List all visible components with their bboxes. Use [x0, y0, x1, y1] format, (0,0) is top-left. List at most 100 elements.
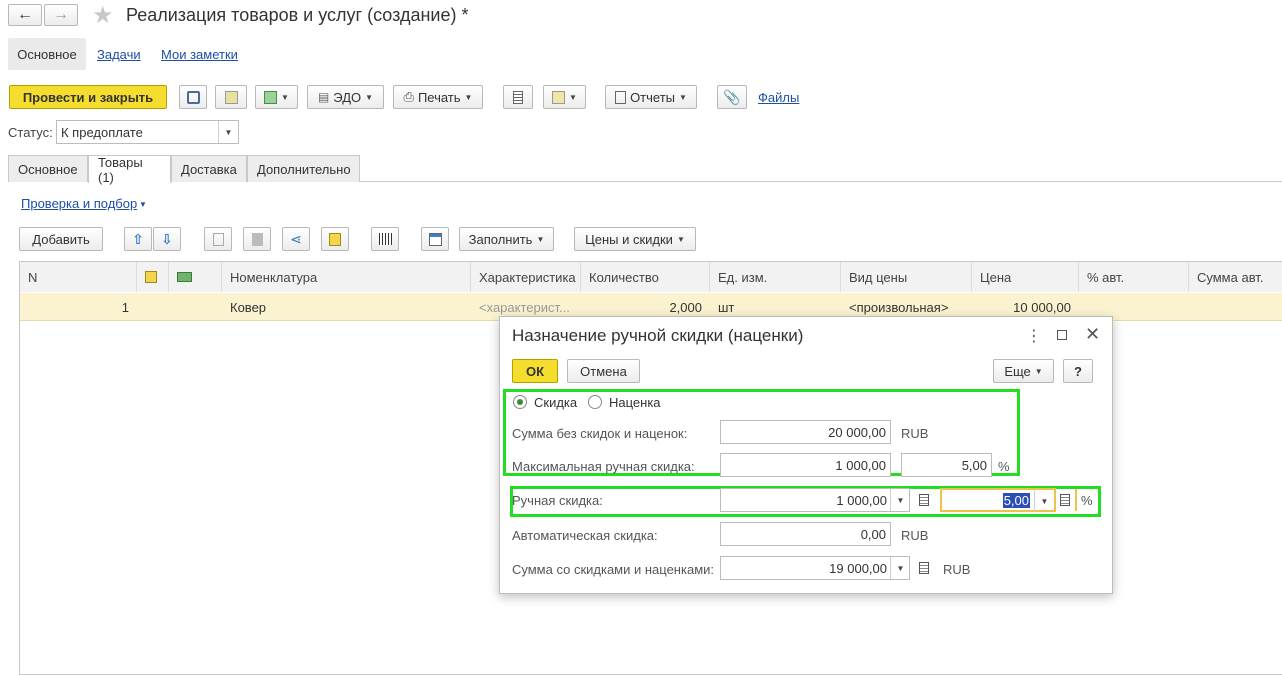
close-icon[interactable]: ✕ [1085, 324, 1100, 345]
chevron-down-icon: ▼ [1034, 366, 1043, 376]
edo-button[interactable]: ▤ ЭДО ▼ [307, 85, 384, 109]
radio-markup[interactable] [588, 395, 602, 409]
manual-discount-dropdown[interactable]: ▼ [890, 489, 910, 511]
tab-goods-label: Товары (1) [98, 154, 143, 185]
sum-without-field: 20 000,00 [720, 420, 891, 444]
col-header-characteristic[interactable]: Характеристика [471, 262, 581, 292]
move-up-button[interactable]: ⇧ [124, 227, 152, 251]
post-and-close-button[interactable]: Провести и закрыть [9, 85, 167, 109]
help-button[interactable]: ? [1063, 359, 1093, 383]
attach-button[interactable]: 📎 [717, 85, 747, 109]
barcode-icon [378, 233, 392, 245]
report-icon [615, 90, 627, 104]
maximize-icon[interactable] [1057, 330, 1067, 340]
move-down-button[interactable]: ⇩ [153, 227, 181, 251]
radio-discount[interactable] [513, 395, 527, 409]
max-manual-label: Максимальная ручная скидка: [512, 459, 695, 474]
calculator-icon [919, 562, 929, 574]
col-header-auto-pct[interactable]: % авт. [1079, 262, 1189, 292]
max-manual-pct-value: 5,00 [961, 457, 987, 473]
chevron-down-icon: ▼ [896, 563, 905, 573]
add-button[interactable]: Добавить [19, 227, 103, 251]
max-manual-field: 1 000,00 [720, 453, 891, 477]
copy-button[interactable] [204, 227, 232, 251]
manual-discount-pct-calc-button[interactable] [1055, 489, 1077, 511]
prices-and-discounts-label: Цены и скидки [585, 231, 673, 247]
col-header-n[interactable]: N [20, 262, 137, 292]
printer-icon: ⎙ [403, 89, 414, 104]
col-header-series[interactable] [137, 262, 169, 292]
max-manual-value: 1 000,00 [835, 457, 886, 473]
split-button[interactable]: ⋖ [282, 227, 310, 251]
barcode-button[interactable] [371, 227, 399, 251]
tab-main-label: Основное [18, 161, 78, 177]
col-header-price[interactable]: Цена [972, 262, 1079, 292]
auto-discount-value: 0,00 [860, 526, 886, 542]
back-button[interactable]: ← [8, 4, 42, 26]
status-dropdown-button[interactable]: ▼ [218, 121, 238, 143]
auto-currency-label: RUB [901, 528, 929, 543]
radio-markup-label[interactable]: Наценка [609, 395, 661, 410]
radio-dot [517, 399, 523, 405]
series-button[interactable] [321, 227, 349, 251]
create-based-on-button[interactable]: ▼ [255, 85, 298, 109]
ok-button[interactable]: ОК [512, 359, 558, 383]
total-field[interactable]: 19 000,00 [720, 556, 910, 580]
manual-discount-label: Ручная скидка: [512, 493, 603, 508]
files-link[interactable]: Файлы [758, 90, 799, 105]
check-button[interactable] [421, 227, 449, 251]
max-manual-pct-field: 5,00 [901, 453, 992, 477]
cancel-button[interactable]: Отмена [567, 359, 640, 383]
reports-button[interactable]: Отчеты ▼ [605, 85, 697, 109]
nav-tasks[interactable]: Задачи [97, 47, 141, 62]
total-currency-label: RUB [943, 562, 971, 577]
col-header-unit[interactable]: Ед. изм. [710, 262, 841, 292]
col-header-mark[interactable] [169, 262, 222, 292]
save-button[interactable] [179, 85, 207, 109]
tab-main[interactable]: Основное [8, 155, 88, 182]
manual-discount-value: 1 000,00 [836, 492, 887, 508]
col-header-quantity[interactable]: Количество [581, 262, 710, 292]
col-header-price-type[interactable]: Вид цены [841, 262, 972, 292]
dialog-title: Назначение ручной скидки (наценки) [512, 326, 804, 345]
ok-label: ОК [525, 363, 545, 379]
manual-discount-field[interactable]: 1 000,00 [720, 488, 910, 512]
forward-button[interactable]: → [44, 4, 78, 26]
tab-additional[interactable]: Дополнительно [247, 155, 360, 182]
total-calc-button[interactable] [913, 557, 935, 579]
fill-label: Заполнить [468, 231, 533, 247]
cell-item[interactable]: Ковер [222, 293, 471, 321]
tab-delivery[interactable]: Доставка [171, 155, 247, 182]
more-button[interactable]: Еще ▼ [993, 359, 1054, 383]
prices-and-discounts-button[interactable]: Цены и скидки ▼ [574, 227, 696, 251]
help-label: ? [1074, 363, 1082, 379]
col-header-auto-sum[interactable]: Сумма авт. [1189, 262, 1282, 292]
manual-discount-calc-button[interactable] [913, 489, 935, 511]
manual-percent-label: % [1081, 493, 1093, 508]
chevron-down-icon: ▼ [896, 495, 905, 505]
save-icon [186, 90, 200, 104]
col-header-item[interactable]: Номенклатура [222, 262, 471, 292]
status-select[interactable]: К предоплате [56, 120, 239, 144]
journal-button[interactable] [503, 85, 533, 109]
radio-discount-label[interactable]: Скидка [534, 395, 577, 410]
percent-label: % [998, 459, 1010, 474]
paste-icon [251, 232, 263, 246]
post-button[interactable] [215, 85, 247, 109]
nav-notes[interactable]: Мои заметки [161, 47, 238, 62]
star-icon[interactable]: ★ [92, 1, 114, 30]
print-button[interactable]: ⎙ Печать ▼ [393, 85, 483, 109]
tab-goods[interactable]: Товары (1) [88, 154, 171, 185]
structure-icon [552, 90, 566, 104]
calculator-icon [919, 494, 929, 506]
total-dropdown[interactable]: ▼ [890, 557, 910, 579]
check-and-select-link[interactable]: Проверка и подбор [21, 196, 137, 211]
manual-discount-pct-dropdown[interactable]: ▼ [1034, 490, 1054, 512]
nav-main[interactable]: Основное [8, 38, 86, 70]
paste-button[interactable] [243, 227, 271, 251]
checklist-icon [428, 232, 442, 246]
fill-button[interactable]: Заполнить ▼ [459, 227, 554, 251]
more-vertical-icon[interactable]: ⋮ [1026, 326, 1042, 346]
structure-button[interactable]: ▼ [543, 85, 586, 109]
chevron-down-icon: ▼ [139, 200, 147, 209]
